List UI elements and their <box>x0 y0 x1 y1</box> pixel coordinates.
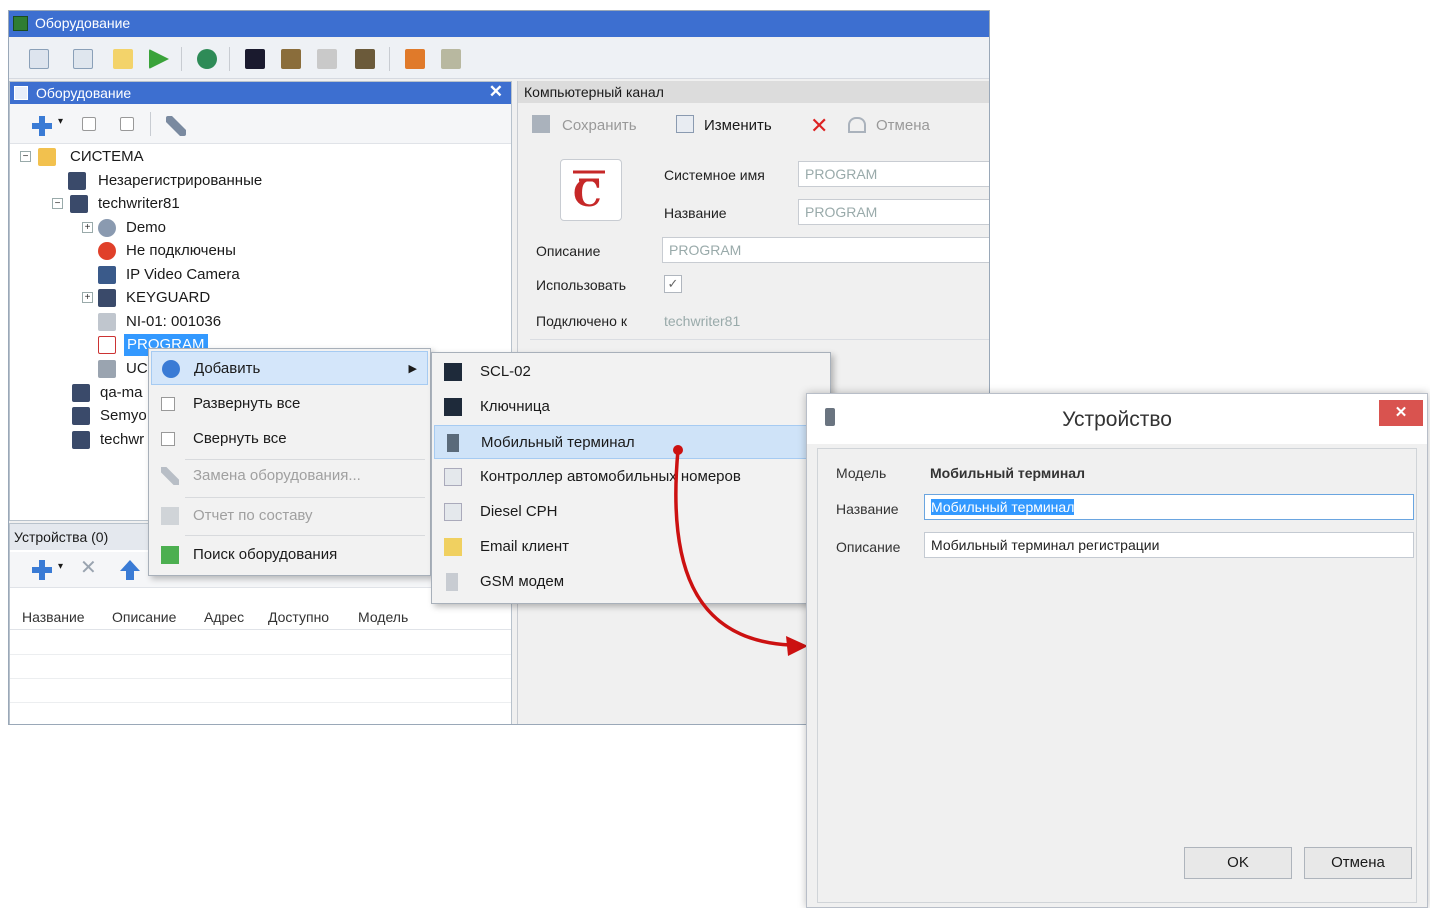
model-label: Модель <box>836 465 887 481</box>
arrow-path <box>674 449 791 647</box>
cancel-button[interactable]: Отмена <box>1304 847 1412 879</box>
ok-button[interactable]: OK <box>1184 847 1292 879</box>
description-input[interactable]: Мобильный терминал регистрации <box>924 532 1414 558</box>
description-label: Описание <box>836 539 901 555</box>
device-dialog: Устройство ✕ Модель Мобильный терминал Н… <box>806 393 1428 908</box>
name-input-value: Мобильный терминал <box>931 499 1075 515</box>
description-input-value: Мобильный терминал регистрации <box>931 537 1160 553</box>
name-input[interactable]: Мобильный терминал <box>924 494 1414 520</box>
dialog-title: Устройство <box>1062 408 1172 431</box>
model-value: Мобильный терминал <box>930 465 1085 481</box>
dialog-title-bar[interactable]: Устройство ✕ <box>807 394 1427 444</box>
arrow-head <box>786 636 808 656</box>
name-label: Название <box>836 501 899 517</box>
arrow-start-dot <box>673 445 683 455</box>
dialog-body: Модель Мобильный терминал Название Мобил… <box>817 448 1417 903</box>
close-button[interactable]: ✕ <box>1379 400 1423 426</box>
